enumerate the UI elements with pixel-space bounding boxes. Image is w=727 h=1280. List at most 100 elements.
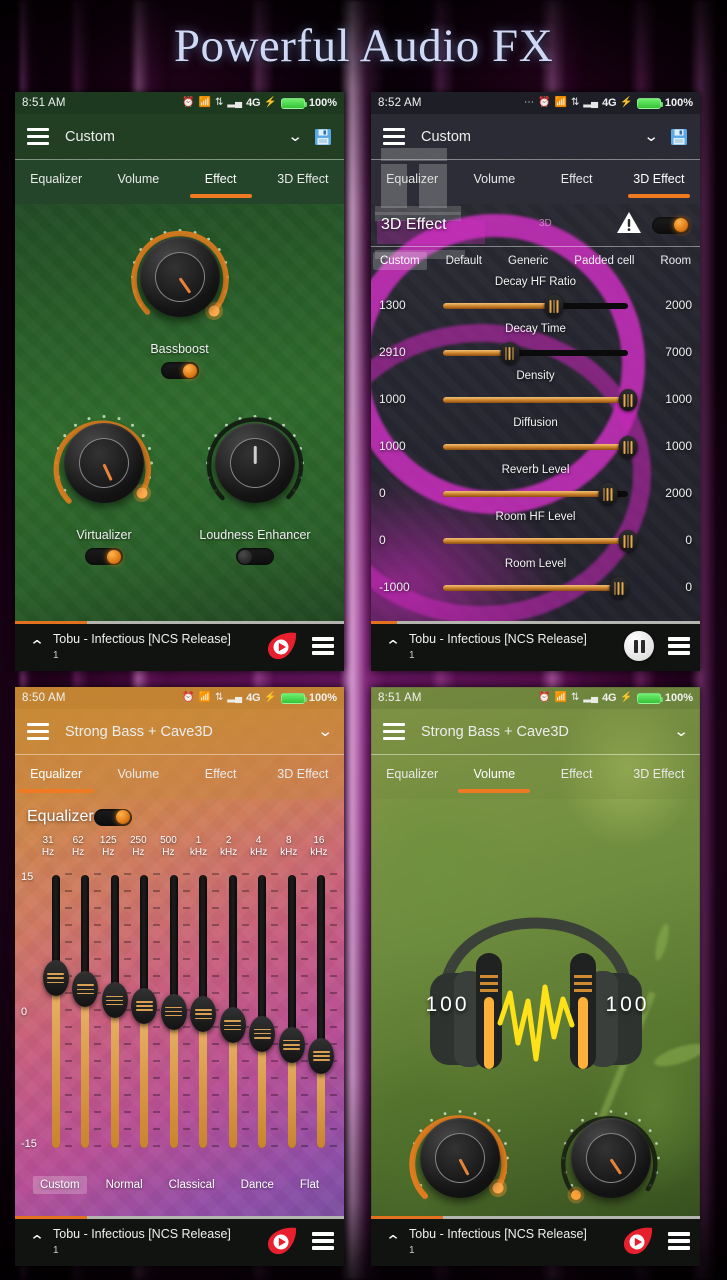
eq-thumb[interactable] <box>278 1026 305 1063</box>
hamburger-icon[interactable] <box>27 128 49 145</box>
equalizer-toggle[interactable] <box>93 808 132 826</box>
tab-effect[interactable]: Effect <box>536 767 618 781</box>
chip-default[interactable]: Default <box>439 252 489 270</box>
tab-3d-effect[interactable]: 3D Effect <box>618 172 700 198</box>
eq-thumb[interactable] <box>160 993 187 1030</box>
eq-band-250hz[interactable] <box>130 873 161 1150</box>
bassboost-knob-body[interactable] <box>139 237 220 317</box>
red-teardrop-play-icon[interactable] <box>620 1226 654 1256</box>
tab-volume[interactable]: Volume <box>97 767 179 781</box>
preset-custom[interactable]: Custom <box>32 1176 87 1194</box>
eq-band-4khz[interactable] <box>248 873 279 1150</box>
tab-3d-effect[interactable]: 3D Effect <box>262 172 344 186</box>
slider-thumb[interactable] <box>618 530 638 552</box>
preset-dance[interactable]: Dance <box>234 1176 281 1194</box>
slider-thumb[interactable] <box>598 483 618 505</box>
eq-band-16khz[interactable] <box>307 873 338 1150</box>
eq-band-2khz[interactable] <box>218 873 249 1150</box>
slider-reverb-level[interactable]: Reverb Level 0 2000 <box>371 464 700 511</box>
chevron-down-icon[interactable]: ⌄ <box>318 724 334 739</box>
slider-thumb[interactable] <box>609 577 629 599</box>
eq-thumb[interactable] <box>249 1015 276 1052</box>
hamburger-icon[interactable] <box>383 128 405 145</box>
eq-band-8khz[interactable] <box>277 873 308 1150</box>
tab-volume[interactable]: Volume <box>453 172 535 186</box>
three-d-toggle[interactable] <box>652 216 690 234</box>
chevron-up-icon[interactable]: ⌃ <box>377 637 408 655</box>
chip-generic[interactable]: Generic <box>501 252 555 270</box>
slider-thumb[interactable] <box>500 342 520 364</box>
save-floppy-icon[interactable] <box>314 128 332 146</box>
playback-progress[interactable] <box>371 1216 700 1219</box>
virtualizer-knob-body[interactable] <box>64 423 144 503</box>
tab-effect[interactable]: Effect <box>536 172 618 186</box>
eq-thumb[interactable] <box>42 960 69 997</box>
tab-volume[interactable]: Volume <box>97 172 179 186</box>
eq-thumb[interactable] <box>219 1007 246 1044</box>
eq-band-500hz[interactable] <box>159 873 190 1150</box>
tab-effect[interactable]: Effect <box>180 767 262 781</box>
virtualizer-toggle[interactable] <box>85 548 123 565</box>
chevron-up-icon[interactable]: ⌃ <box>21 1232 52 1250</box>
bassboost-toggle[interactable] <box>160 362 199 379</box>
slider-thumb[interactable] <box>618 389 638 411</box>
chevron-up-icon[interactable]: ⌃ <box>377 1232 408 1250</box>
knob-loudness-enhancer[interactable]: Loudness Enhancer <box>180 404 330 565</box>
preset-normal[interactable]: Normal <box>99 1176 150 1194</box>
red-teardrop-play-icon[interactable] <box>264 631 298 661</box>
eq-thumb[interactable] <box>131 987 158 1024</box>
tab-equalizer[interactable]: Equalizer <box>15 767 97 793</box>
slider-diffusion[interactable]: Diffusion 1000 1000 <box>371 417 700 464</box>
loudness-knob-body[interactable] <box>215 423 295 503</box>
tab-3d-effect[interactable]: 3D Effect <box>262 767 344 781</box>
chevron-down-icon[interactable]: ⌄ <box>644 129 660 144</box>
preset-classical[interactable]: Classical <box>162 1176 222 1194</box>
playlist-icon[interactable] <box>668 637 690 655</box>
knob-volume[interactable]: Volume <box>536 1099 686 1216</box>
playback-progress[interactable] <box>371 621 700 624</box>
tab-equalizer[interactable]: Equalizer <box>371 767 453 781</box>
playback-progress[interactable] <box>15 1216 344 1219</box>
hamburger-icon[interactable] <box>27 723 49 740</box>
playback-progress[interactable] <box>15 621 344 624</box>
playlist-icon[interactable] <box>312 637 334 655</box>
slider-track[interactable] <box>443 295 628 317</box>
slider-room-hf-level[interactable]: Room HF Level 0 0 <box>371 511 700 558</box>
tab-equalizer[interactable]: Equalizer <box>15 172 97 186</box>
warning-triangle-icon[interactable] <box>616 211 642 240</box>
slider-track[interactable] <box>443 530 638 552</box>
slider-decay-hf-ratio[interactable]: Decay HF Ratio 1300 2000 <box>371 276 700 323</box>
eq-band-125hz[interactable] <box>100 873 131 1150</box>
slider-track[interactable] <box>443 389 638 411</box>
chip-room[interactable]: Room <box>653 252 698 270</box>
preset-flat[interactable]: Flat <box>293 1176 326 1194</box>
slider-track[interactable] <box>443 436 638 458</box>
knob-preamp[interactable]: PreAmp <box>385 1099 535 1216</box>
tab-effect[interactable]: Effect <box>180 172 262 198</box>
save-floppy-icon[interactable] <box>670 128 688 146</box>
slider-track[interactable] <box>443 577 629 599</box>
tab-3d-effect[interactable]: 3D Effect <box>618 767 700 781</box>
slider-track[interactable] <box>443 342 628 364</box>
eq-thumb[interactable] <box>101 982 128 1019</box>
knob-virtualizer[interactable]: Virtualizer <box>29 404 179 565</box>
eq-thumb[interactable] <box>190 996 217 1033</box>
slider-decay-time[interactable]: Decay Time 2910 7000 <box>371 323 700 370</box>
playlist-icon[interactable] <box>668 1232 690 1250</box>
knob-bassboost[interactable]: Bassboost <box>105 218 255 379</box>
eq-thumb[interactable] <box>72 971 99 1008</box>
eq-band-31hz[interactable] <box>41 873 72 1150</box>
chevron-up-icon[interactable]: ⌃ <box>21 637 52 655</box>
hamburger-icon[interactable] <box>383 723 405 740</box>
eq-band-62hz[interactable] <box>71 873 102 1150</box>
tab-volume[interactable]: Volume <box>453 767 535 793</box>
slider-thumb[interactable] <box>544 295 564 317</box>
volume-knob-body[interactable] <box>571 1118 651 1198</box>
eq-band-1khz[interactable] <box>189 873 220 1150</box>
slider-density[interactable]: Density 1000 1000 <box>371 370 700 417</box>
eq-thumb[interactable] <box>308 1037 335 1074</box>
preamp-knob-body[interactable] <box>420 1118 500 1198</box>
chip-custom[interactable]: Custom <box>372 252 427 270</box>
chevron-down-icon[interactable]: ⌄ <box>288 129 304 144</box>
pause-button-icon[interactable] <box>624 631 654 661</box>
